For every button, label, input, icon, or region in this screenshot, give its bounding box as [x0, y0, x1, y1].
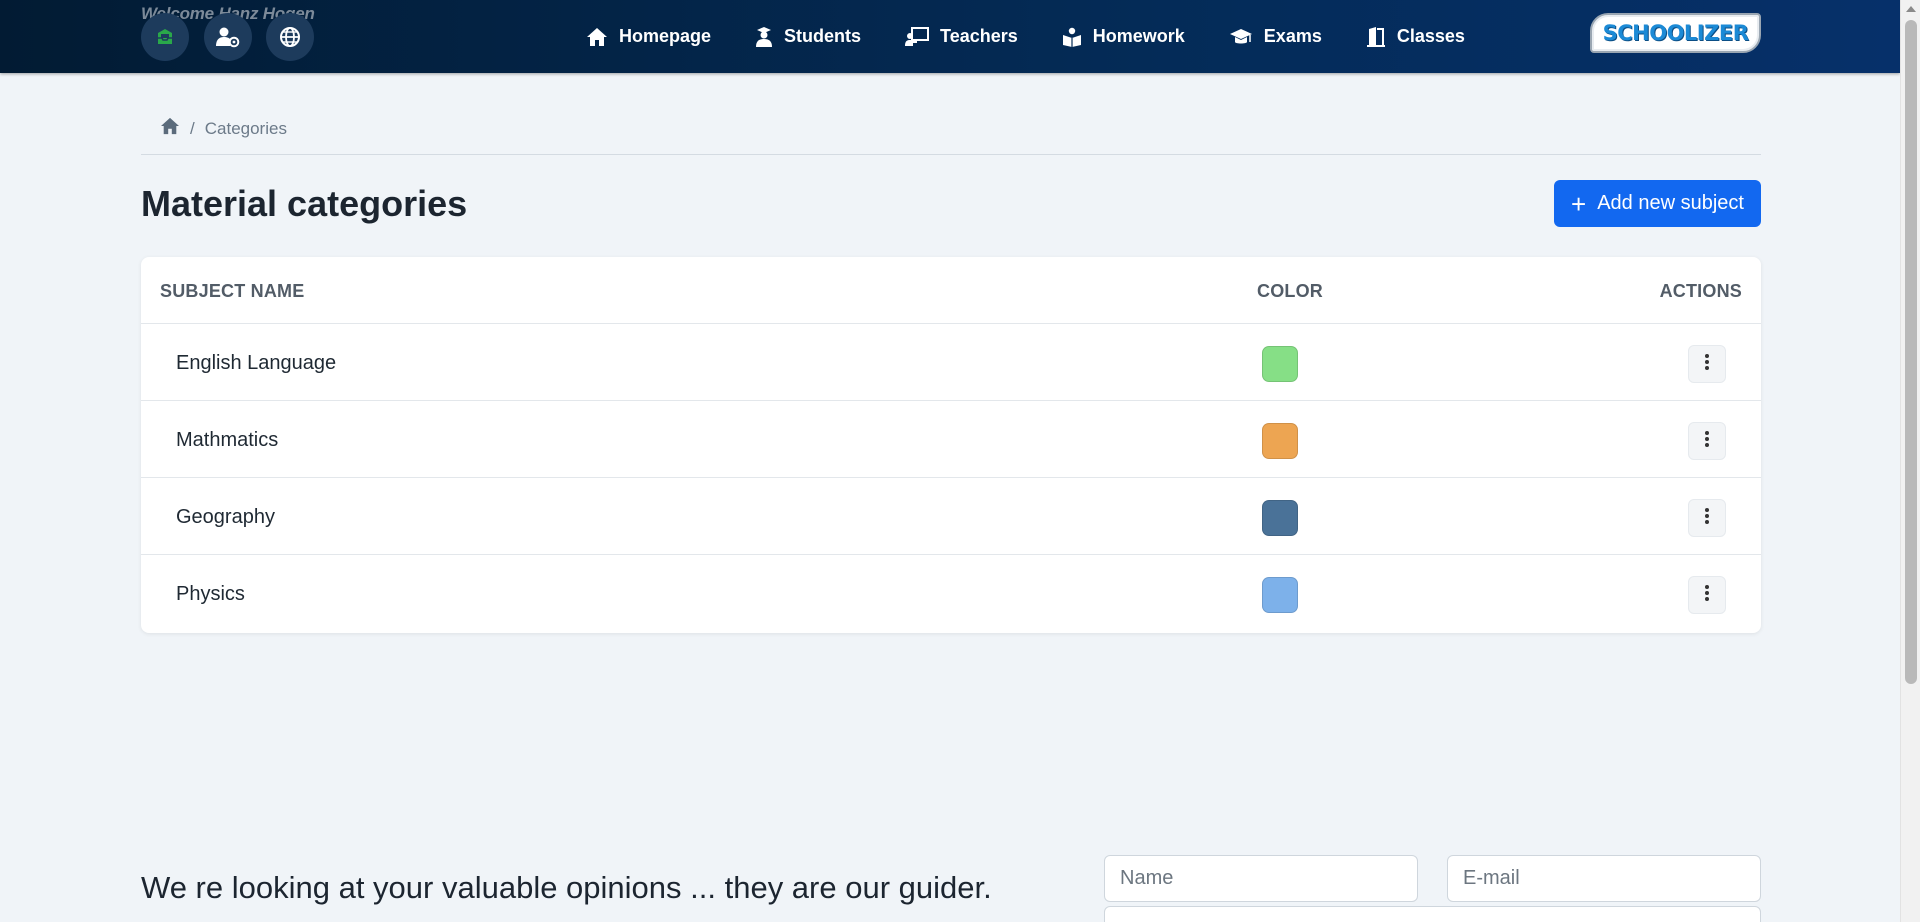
- row-actions-button[interactable]: [1688, 345, 1726, 383]
- row-actions-button[interactable]: [1688, 422, 1726, 460]
- inbox-button[interactable]: [141, 13, 189, 61]
- table-row: Mathmatics: [141, 401, 1761, 478]
- plus-icon: +: [1571, 188, 1587, 219]
- nav-homepage[interactable]: Homepage: [586, 26, 711, 47]
- more-vertical-icon: [1704, 507, 1710, 529]
- breadcrumb-current: Categories: [204, 118, 287, 138]
- breadcrumb-home-link[interactable]: [160, 117, 180, 140]
- more-vertical-icon: [1704, 584, 1710, 606]
- subject-name: Geography: [176, 506, 275, 528]
- nav-students-label: Students: [784, 26, 862, 46]
- row-actions-button[interactable]: [1688, 499, 1726, 537]
- name-field[interactable]: [1104, 855, 1418, 902]
- table-row: Physics: [141, 555, 1761, 632]
- scroll-up-arrow-icon[interactable]: [1906, 6, 1916, 12]
- home-icon: [586, 27, 608, 47]
- more-vertical-icon: [1704, 353, 1710, 375]
- color-swatch: [1262, 346, 1298, 382]
- globe-icon: [279, 26, 301, 48]
- nav-classes[interactable]: Classes: [1366, 26, 1465, 47]
- nav-homework[interactable]: Homework: [1062, 26, 1185, 47]
- nav-homework-label: Homework: [1092, 26, 1185, 46]
- inbox-icon: [155, 27, 175, 47]
- table-row: English Language: [141, 324, 1761, 401]
- door-icon: [1366, 26, 1386, 47]
- nav-exams[interactable]: Exams: [1229, 26, 1322, 47]
- nav-teachers[interactable]: Teachers: [905, 26, 1018, 47]
- language-button[interactable]: [266, 13, 314, 61]
- subject-name: Mathmatics: [176, 429, 279, 451]
- header-actions: ACTIONS: [1659, 281, 1742, 301]
- teacher-icon: [905, 26, 930, 47]
- add-new-subject-button[interactable]: + Add new subject: [1554, 180, 1761, 227]
- schoolizer-logo[interactable]: SCHOOLIZER: [1590, 13, 1761, 53]
- nav-students[interactable]: Students: [755, 26, 861, 47]
- graduate-icon: [755, 26, 773, 47]
- header-color: COLOR: [1257, 281, 1323, 301]
- feedback-heading: We re looking at your valuable opinions …: [141, 870, 992, 905]
- more-vertical-icon: [1704, 430, 1710, 452]
- subject-name: Physics: [176, 583, 245, 605]
- vertical-scrollbar[interactable]: [1900, 0, 1920, 922]
- nav-classes-label: Classes: [1396, 26, 1465, 46]
- color-swatch: [1262, 500, 1298, 536]
- color-swatch: [1262, 577, 1298, 613]
- nav-exams-label: Exams: [1263, 26, 1322, 46]
- email-field[interactable]: [1447, 855, 1761, 902]
- logo-text: SCHOOLIZER: [1602, 21, 1749, 45]
- breadcrumb-separator: /: [190, 118, 195, 138]
- table-header: SUBJECT NAME COLOR ACTIONS: [141, 257, 1761, 324]
- table-row: Geography: [141, 478, 1761, 555]
- reading-icon: [1062, 27, 1082, 47]
- breadcrumb: / Categories: [141, 115, 1761, 155]
- graduation-cap-icon: [1229, 27, 1253, 47]
- scroll-thumb[interactable]: [1905, 20, 1917, 684]
- page-title: Material categories: [141, 183, 468, 224]
- categories-table: SUBJECT NAME COLOR ACTIONS English Langu…: [141, 257, 1761, 633]
- row-actions-button[interactable]: [1688, 576, 1726, 614]
- message-field[interactable]: [1104, 906, 1761, 922]
- nav-teachers-label: Teachers: [940, 26, 1018, 46]
- top-navbar: Welcome Hanz Hogen: [0, 0, 1900, 73]
- profile-button[interactable]: [204, 13, 252, 61]
- main-nav: Homepage Students Teachers Homework Exam…: [586, 0, 1465, 73]
- nav-homepage-label: Homepage: [619, 26, 712, 46]
- color-swatch: [1262, 423, 1298, 459]
- subject-name: English Language: [176, 352, 337, 374]
- home-icon: [160, 117, 180, 140]
- add-new-subject-label: Add new subject: [1597, 192, 1744, 214]
- user-settings-icon: [215, 26, 241, 48]
- header-subject-name: SUBJECT NAME: [160, 281, 305, 301]
